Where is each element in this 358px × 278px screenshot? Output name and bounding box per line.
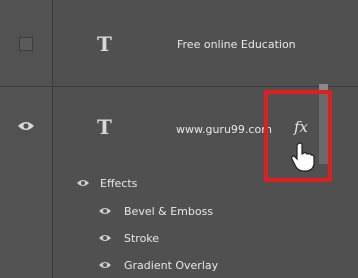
visibility-toggle-empty[interactable] — [19, 37, 33, 51]
layer-row-free-online-education[interactable]: T Free online Education — [0, 0, 358, 86]
effect-label: Stroke — [124, 232, 160, 245]
effect-label: Bevel & Emboss — [124, 205, 214, 218]
fx-highlight-box — [264, 90, 332, 182]
layer-name: Free online Education — [177, 38, 296, 51]
eye-icon[interactable] — [98, 233, 112, 243]
eye-icon[interactable] — [98, 260, 112, 270]
layers-panel: T Free online Education T www.guru99.com… — [0, 0, 358, 278]
effect-label: Gradient Overlay — [124, 259, 219, 272]
text-layer-icon: T — [97, 32, 112, 56]
eye-icon[interactable] — [98, 206, 112, 216]
layer-name: www.guru99.com — [176, 123, 272, 136]
eye-icon[interactable] — [76, 178, 90, 188]
eye-icon[interactable] — [17, 120, 35, 132]
effects-header-label: Effects — [100, 177, 138, 190]
text-layer-icon: T — [97, 115, 112, 139]
